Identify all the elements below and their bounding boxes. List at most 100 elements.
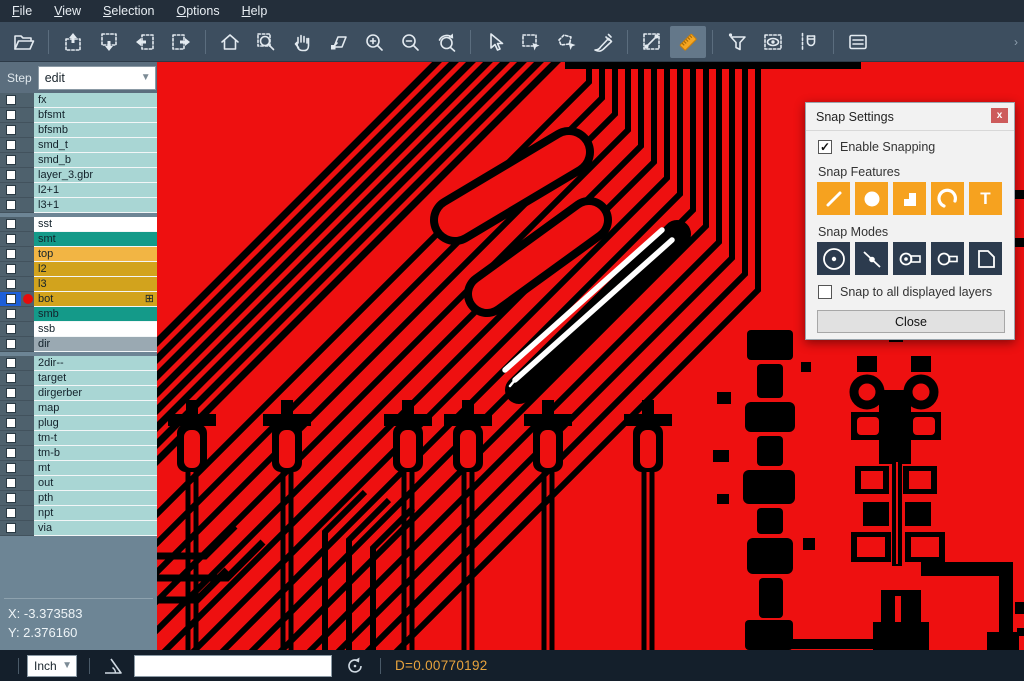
layer-name-cell[interactable]: map bbox=[34, 401, 157, 416]
layer-name-cell[interactable]: dirgerber bbox=[34, 386, 157, 401]
layer-visibility-checkbox[interactable] bbox=[0, 401, 21, 416]
layer-row[interactable]: tm-b bbox=[0, 446, 157, 461]
layer-name-cell[interactable]: smd_b bbox=[34, 153, 157, 168]
layer-name-cell[interactable]: plug bbox=[34, 416, 157, 431]
menu-item[interactable]: View bbox=[54, 4, 81, 18]
menu-item[interactable]: Options bbox=[176, 4, 219, 18]
zoom-drag-button[interactable] bbox=[320, 26, 356, 58]
previous-view-button[interactable] bbox=[428, 26, 464, 58]
snap-mode-trace-end-button[interactable] bbox=[931, 242, 964, 275]
layer-name-cell[interactable]: out bbox=[34, 476, 157, 491]
layer-row[interactable]: ssb bbox=[0, 322, 157, 337]
layer-visibility-checkbox[interactable] bbox=[0, 123, 21, 138]
snap-mode-pad-trace-button[interactable] bbox=[893, 242, 926, 275]
home-view-button[interactable] bbox=[212, 26, 248, 58]
layer-row[interactable]: smt bbox=[0, 232, 157, 247]
layer-visibility-checkbox[interactable] bbox=[0, 386, 21, 401]
layer-row[interactable]: l2+1 bbox=[0, 183, 157, 198]
open-project-button[interactable] bbox=[6, 26, 42, 58]
layer-row[interactable]: bot⊞ bbox=[0, 292, 157, 307]
layer-name-cell[interactable]: bfsmt bbox=[34, 108, 157, 123]
snap-all-layers-checkbox[interactable] bbox=[818, 285, 832, 299]
layer-name-cell[interactable]: smt bbox=[34, 232, 157, 247]
filter-button[interactable] bbox=[719, 26, 755, 58]
layer-visibility-checkbox[interactable] bbox=[0, 307, 21, 322]
layer-row[interactable]: l3+1 bbox=[0, 198, 157, 213]
layer-visibility-checkbox[interactable] bbox=[0, 506, 21, 521]
scroll-right-button[interactable] bbox=[163, 26, 199, 58]
layer-row[interactable]: npt bbox=[0, 506, 157, 521]
layer-row[interactable]: map bbox=[0, 401, 157, 416]
layer-row[interactable]: pth bbox=[0, 491, 157, 506]
layer-row[interactable]: l2 bbox=[0, 262, 157, 277]
layer-visibility-checkbox[interactable] bbox=[0, 232, 21, 247]
select-pointer-button[interactable] bbox=[477, 26, 513, 58]
layer-name-cell[interactable]: 2dir-- bbox=[34, 356, 157, 371]
layer-name-cell[interactable]: smb bbox=[34, 307, 157, 322]
scroll-left-button[interactable] bbox=[127, 26, 163, 58]
layer-row[interactable]: smd_b bbox=[0, 153, 157, 168]
layer-row[interactable]: dir bbox=[0, 337, 157, 352]
layer-visibility-checkbox[interactable] bbox=[0, 108, 21, 123]
layer-name-cell[interactable]: top bbox=[34, 247, 157, 262]
layer-visibility-checkbox[interactable] bbox=[0, 138, 21, 153]
layer-visibility-checkbox[interactable] bbox=[0, 431, 21, 446]
layer-visibility-checkbox[interactable] bbox=[0, 476, 21, 491]
layer-visibility-checkbox[interactable] bbox=[0, 153, 21, 168]
layer-row[interactable]: bfsmb bbox=[0, 123, 157, 138]
enable-snapping-checkbox[interactable]: ✓ bbox=[818, 140, 832, 154]
layer-name-cell[interactable]: mt bbox=[34, 461, 157, 476]
layer-name-cell[interactable]: dir bbox=[34, 337, 157, 352]
layer-name-cell[interactable]: ssb bbox=[34, 322, 157, 337]
layer-row[interactable]: l3 bbox=[0, 277, 157, 292]
paint-brush-button[interactable] bbox=[585, 26, 621, 58]
snap-feature-surface-button[interactable] bbox=[893, 182, 926, 215]
layer-visibility-checkbox[interactable] bbox=[0, 521, 21, 536]
layer-name-cell[interactable]: sst bbox=[34, 217, 157, 232]
snap-feature-line-button[interactable] bbox=[817, 182, 850, 215]
snap-mode-contour-button[interactable] bbox=[969, 242, 1002, 275]
layer-row[interactable]: top bbox=[0, 247, 157, 262]
layer-row[interactable]: via bbox=[0, 521, 157, 536]
view-options-button[interactable] bbox=[755, 26, 791, 58]
layer-visibility-checkbox[interactable] bbox=[0, 277, 21, 292]
layer-visibility-checkbox[interactable] bbox=[0, 93, 21, 108]
layer-row[interactable]: mt bbox=[0, 461, 157, 476]
layer-row[interactable]: layer_3.gbr bbox=[0, 168, 157, 183]
zoom-in-button[interactable] bbox=[356, 26, 392, 58]
snap-feature-arc-button[interactable] bbox=[931, 182, 964, 215]
layer-visibility-checkbox[interactable] bbox=[0, 356, 21, 371]
zoom-window-button[interactable] bbox=[248, 26, 284, 58]
layer-visibility-checkbox[interactable] bbox=[0, 416, 21, 431]
step-select[interactable]: edit ▼ bbox=[38, 66, 156, 90]
snap-mode-point-on-line-button[interactable] bbox=[855, 242, 888, 275]
scroll-down-button[interactable] bbox=[91, 26, 127, 58]
layer-name-cell[interactable]: tm-b bbox=[34, 446, 157, 461]
layer-name-cell[interactable]: smd_t bbox=[34, 138, 157, 153]
menu-item[interactable]: Help bbox=[242, 4, 268, 18]
layer-visibility-checkbox[interactable] bbox=[0, 461, 21, 476]
snap-button[interactable] bbox=[791, 26, 827, 58]
layer-row[interactable]: smd_t bbox=[0, 138, 157, 153]
layer-row[interactable]: dirgerber bbox=[0, 386, 157, 401]
layer-visibility-checkbox[interactable] bbox=[0, 337, 21, 352]
layer-visibility-checkbox[interactable] bbox=[0, 446, 21, 461]
snap-feature-pad-button[interactable] bbox=[855, 182, 888, 215]
zoom-out-button[interactable] bbox=[392, 26, 428, 58]
layer-name-cell[interactable]: layer_3.gbr bbox=[34, 168, 157, 183]
measure-input[interactable] bbox=[134, 655, 332, 677]
unit-select[interactable]: Inch ▼ bbox=[27, 655, 77, 677]
layer-row[interactable]: bfsmt bbox=[0, 108, 157, 123]
layer-row[interactable]: target bbox=[0, 371, 157, 386]
snap-feature-text-button[interactable]: T bbox=[969, 182, 1002, 215]
layer-row[interactable]: out bbox=[0, 476, 157, 491]
layer-visibility-checkbox[interactable] bbox=[0, 198, 21, 213]
pan-hand-button[interactable] bbox=[284, 26, 320, 58]
layer-name-cell[interactable]: l3 bbox=[34, 277, 157, 292]
select-polygon-button[interactable] bbox=[549, 26, 585, 58]
layer-visibility-checkbox[interactable] bbox=[0, 262, 21, 277]
toolbar-overflow-chevron[interactable]: › bbox=[1014, 35, 1018, 49]
layer-visibility-checkbox[interactable] bbox=[0, 183, 21, 198]
layer-name-cell[interactable]: pth bbox=[34, 491, 157, 506]
scroll-up-button[interactable] bbox=[55, 26, 91, 58]
